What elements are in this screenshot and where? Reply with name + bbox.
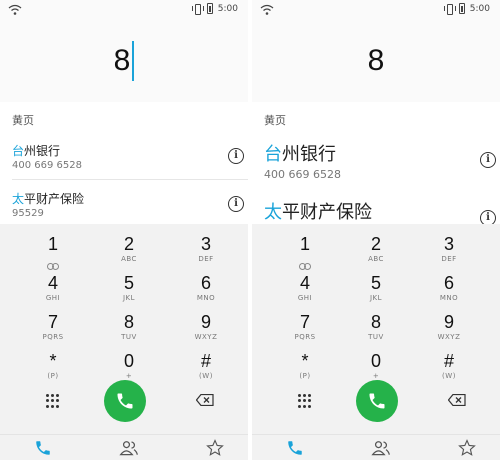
dialpad-icon[interactable] xyxy=(46,394,60,408)
key-1[interactable]: 1 xyxy=(13,230,93,270)
vibrate-icon xyxy=(191,3,204,15)
dialed-number: 8 xyxy=(367,44,385,77)
key-9[interactable]: 9 WXYZ xyxy=(409,308,489,346)
search-results: 黄页 台州银行 400 669 6528 i 太平财产保险 i xyxy=(252,102,500,226)
vibrate-icon xyxy=(443,3,456,15)
info-icon[interactable]: i xyxy=(228,196,244,212)
key-5[interactable]: 5 JKL xyxy=(89,269,169,307)
result-item[interactable]: 太平财产保险 i xyxy=(252,196,500,226)
info-icon[interactable]: i xyxy=(228,148,244,164)
dialpad-actions xyxy=(252,378,500,426)
status-time: 5:00 xyxy=(469,3,490,14)
dialpad: 1 2 ABC 3 DEF 4 GHI 5 JKL 6 MNO 7 PQRS 8 TUV 9W… xyxy=(252,224,500,434)
contacts-icon[interactable] xyxy=(371,439,391,457)
key-4[interactable]: 4 GHI xyxy=(265,269,345,307)
key-3[interactable]: 3 DEF xyxy=(166,230,246,268)
backspace-icon[interactable] xyxy=(448,394,466,406)
battery-icon xyxy=(458,3,465,14)
dialer-screen-right: 5:00 8 黄页 台州银行 400 669 6528 i 太平财产保险 i 1… xyxy=(252,0,500,460)
key-4[interactable]: 4 GHI xyxy=(13,269,93,307)
battery-icon xyxy=(206,3,213,14)
result-number: 400 669 6528 xyxy=(264,168,341,181)
call-button[interactable] xyxy=(104,380,146,422)
dialpad-icon[interactable] xyxy=(298,394,312,408)
key-9[interactable]: 9 WXYZ xyxy=(166,308,246,346)
section-label-yellow-pages: 黄页 xyxy=(12,114,34,127)
bottom-nav xyxy=(252,434,500,460)
dialer-screen-left: 5:00 8 黄页 台州银行 400 669 6528 i 太平财产保险 955… xyxy=(0,0,248,460)
result-item[interactable]: 太平财产保险 95529 i xyxy=(0,188,248,224)
call-button[interactable] xyxy=(356,380,398,422)
result-number: 400 669 6528 xyxy=(12,160,82,171)
key-2[interactable]: 2 ABC xyxy=(89,230,169,268)
call-icon xyxy=(369,393,385,409)
phone-icon[interactable] xyxy=(33,439,53,457)
key-7[interactable]: 7 PQRS xyxy=(265,308,345,346)
number-display[interactable]: 8 xyxy=(0,20,248,102)
search-results: 黄页 台州银行 400 669 6528 i 太平财产保险 95529 i xyxy=(0,102,248,224)
result-number: 95529 xyxy=(12,208,44,219)
favorites-star-icon[interactable] xyxy=(457,439,477,457)
dialpad-actions xyxy=(0,378,248,426)
dialpad: 1 2 ABC 3 DEF 4 GHI 5 JKL 6 MNO 7 PQRS 8 TUV 9W… xyxy=(0,224,248,434)
dialed-number: 8 xyxy=(113,44,131,77)
section-label-yellow-pages: 黄页 xyxy=(264,114,286,127)
status-time: 5:00 xyxy=(217,3,238,14)
phone-icon[interactable] xyxy=(285,439,305,457)
status-bar: 5:00 xyxy=(0,0,248,20)
text-cursor xyxy=(132,41,135,81)
result-item[interactable]: 台州银行 400 669 6528 i xyxy=(252,138,500,188)
key-2[interactable]: 2 ABC xyxy=(336,230,416,268)
key-1[interactable]: 1 xyxy=(265,230,345,270)
backspace-icon[interactable] xyxy=(196,394,214,406)
key-7[interactable]: 7 PQRS xyxy=(13,308,93,346)
result-name: 太平财产保险 xyxy=(264,202,372,223)
result-name: 太平财产保险 xyxy=(12,192,85,206)
result-name: 台州银行 xyxy=(264,144,336,165)
contacts-icon[interactable] xyxy=(119,439,139,457)
key-3[interactable]: 3 DEF xyxy=(409,230,489,268)
key-5[interactable]: 5 JKL xyxy=(336,269,416,307)
divider xyxy=(12,179,248,180)
status-bar: 5:00 xyxy=(252,0,500,20)
wifi-icon xyxy=(8,4,22,15)
call-icon xyxy=(117,393,133,409)
key-8[interactable]: 8 TUV xyxy=(336,308,416,346)
bottom-nav xyxy=(0,434,248,460)
result-name: 台州银行 xyxy=(12,144,61,158)
favorites-star-icon[interactable] xyxy=(205,439,225,457)
key-8[interactable]: 8 TUV xyxy=(89,308,169,346)
info-icon[interactable]: i xyxy=(480,152,496,168)
wifi-icon xyxy=(260,4,274,15)
number-display[interactable]: 8 xyxy=(252,20,500,102)
result-item[interactable]: 台州银行 400 669 6528 i xyxy=(0,140,248,180)
key-6[interactable]: 6 MNO xyxy=(409,269,489,307)
key-6[interactable]: 6 MNO xyxy=(166,269,246,307)
